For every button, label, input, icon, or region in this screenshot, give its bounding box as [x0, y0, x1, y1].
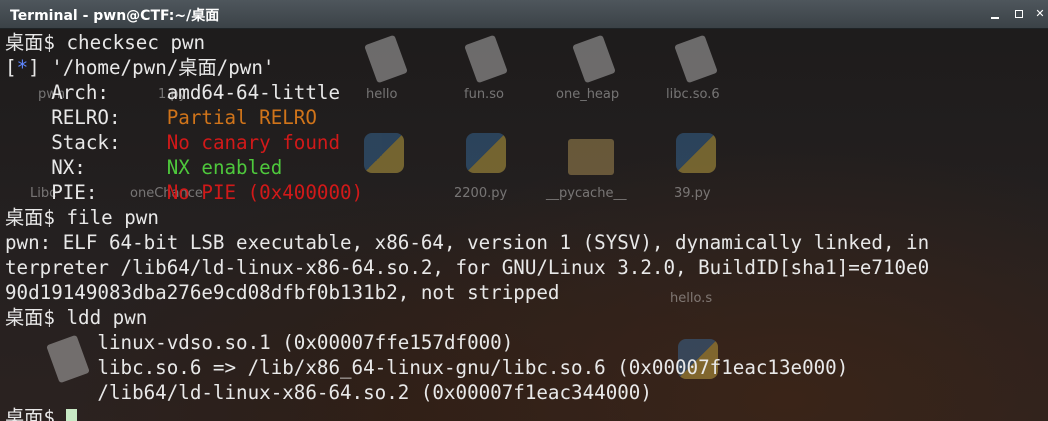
- terminal-text: 桌面$ ldd pwn: [5, 306, 148, 329]
- terminal-text: *: [16, 56, 29, 79]
- terminal-line: Stack: No canary found: [5, 130, 1048, 155]
- title-bar[interactable]: Terminal - pwn@CTF:~/桌面 ✕: [0, 0, 1048, 29]
- terminal-line: PIE: No PIE (0x400000): [5, 180, 1048, 205]
- terminal-line: /lib64/ld-linux-x86-64.so.2 (0x00007f1ea…: [5, 380, 1048, 405]
- terminal-line: 桌面$ checksec pwn: [5, 30, 1048, 55]
- terminal-text: 桌面$ checksec pwn: [5, 31, 206, 54]
- terminal-line: 90d19149083dba276e9cd08dfbf0b131b2, not …: [5, 280, 1048, 305]
- terminal-text: No canary found: [166, 131, 341, 154]
- terminal-text: ] '/home/pwn/桌面/pwn': [28, 56, 275, 79]
- terminal-text: pwn: ELF 64-bit LSB executable, x86-64, …: [5, 231, 930, 254]
- terminal-line: linux-vdso.so.1 (0x00007ffe157df000): [5, 330, 1048, 355]
- terminal-text: [: [5, 56, 17, 79]
- cursor-icon: [66, 409, 78, 421]
- terminal-text: Partial RELRO: [166, 106, 317, 129]
- terminal-text: 桌面$: [5, 406, 67, 421]
- minimize-icon[interactable]: [988, 7, 1002, 21]
- terminal-text: RELRO:: [5, 106, 167, 129]
- terminal-line: [*] '/home/pwn/桌面/pwn': [5, 55, 1048, 80]
- terminal-line: terpreter /lib64/ld-linux-x86-64.so.2, f…: [5, 255, 1048, 280]
- terminal-text: linux-vdso.so.1 (0x00007ffe157df000): [5, 331, 514, 354]
- terminal-text: PIE:: [5, 181, 167, 204]
- terminal-text: Arch: amd64-64-little: [5, 81, 341, 104]
- maximize-icon[interactable]: [1012, 7, 1026, 21]
- terminal-text: NX enabled: [166, 156, 283, 179]
- terminal-text: /lib64/ld-linux-x86-64.so.2 (0x00007f1ea…: [5, 381, 652, 404]
- terminal-text: libc.so.6 => /lib/x86_64-linux-gnu/libc.…: [5, 356, 849, 379]
- terminal-text: No PIE (0x400000): [166, 181, 364, 204]
- terminal-line: libc.so.6 => /lib/x86_64-linux-gnu/libc.…: [5, 355, 1048, 380]
- terminal-line: 桌面$ ldd pwn: [5, 305, 1048, 330]
- terminal-text: terpreter /lib64/ld-linux-x86-64.so.2, f…: [5, 256, 930, 279]
- terminal-line: pwn: ELF 64-bit LSB executable, x86-64, …: [5, 230, 1048, 255]
- terminal-text: 桌面$ file pwn: [5, 206, 159, 229]
- terminal-line: NX: NX enabled: [5, 155, 1048, 180]
- terminal-line: 桌面$ file pwn: [5, 205, 1048, 230]
- terminal-line: RELRO: Partial RELRO: [5, 105, 1048, 130]
- close-icon[interactable]: ✕: [1033, 7, 1047, 21]
- terminal-text: 90d19149083dba276e9cd08dfbf0b131b2, not …: [5, 281, 560, 304]
- terminal-line: 桌面$: [5, 405, 1048, 421]
- terminal-output[interactable]: 桌面$ checksec pwn [*] '/home/pwn/桌面/pwn' A…: [5, 30, 1048, 421]
- terminal-text: NX:: [5, 156, 167, 179]
- window-title: Terminal - pwn@CTF:~/桌面: [10, 8, 220, 24]
- terminal-text: Stack:: [5, 131, 167, 154]
- terminal-line: Arch: amd64-64-little: [5, 80, 1048, 105]
- terminal-window: Terminal - pwn@CTF:~/桌面 ✕ pwn 1.py hello…: [0, 0, 1048, 421]
